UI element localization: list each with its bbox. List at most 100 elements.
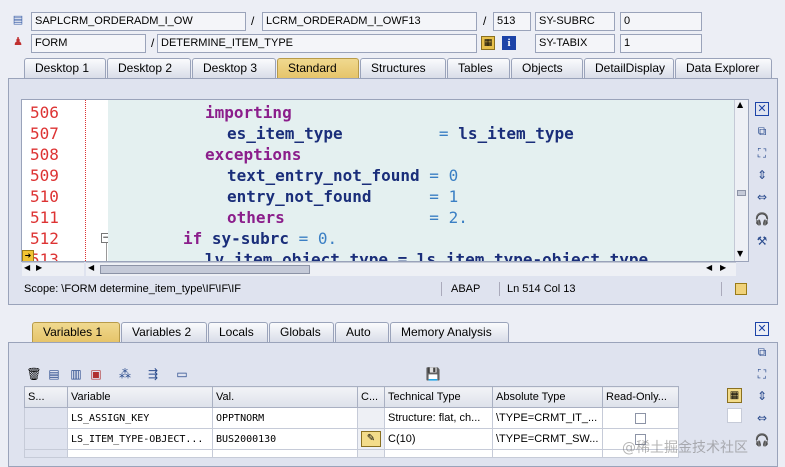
close-icon[interactable]: ✕: [755, 102, 769, 116]
include-field[interactable]: LCRM_ORDERADM_I_OWF13: [262, 12, 477, 31]
save-icon[interactable]: 💾: [425, 366, 441, 382]
column-settings-icon[interactable]: ▦: [727, 388, 742, 403]
line-number: 509: [30, 166, 59, 185]
scroll-down-icon[interactable]: ▼: [737, 249, 743, 258]
technical-type-cell: C(10): [384, 428, 493, 450]
tab-structures[interactable]: Structures: [360, 58, 446, 78]
program-field[interactable]: SAPLCRM_ORDERADM_I_OW: [31, 12, 246, 31]
code-text-area[interactable]: importing es_item_type = ls_item_type ex…: [108, 100, 736, 261]
column-header-technical-type[interactable]: Technical Type: [384, 386, 493, 408]
tab-standard[interactable]: Standard: [277, 58, 359, 78]
column-header-change[interactable]: C...: [357, 386, 385, 408]
layout-save-icon[interactable]: ▥: [68, 366, 84, 382]
column-header-value[interactable]: Val.: [212, 386, 358, 408]
tab-objects[interactable]: Objects: [511, 58, 583, 78]
code-editor[interactable]: 506 507 508 509 510 511 512 513 ➜ − impo…: [21, 99, 749, 262]
sysvar2-value-field[interactable]: 1: [620, 34, 702, 53]
column-header-variable[interactable]: Variable: [67, 386, 213, 408]
value-cell[interactable]: BUS2000130: [212, 428, 358, 450]
tab-auto[interactable]: Auto: [335, 322, 389, 342]
editor-horizontal-scrollbar[interactable]: ◀ ◀ ▶: [86, 262, 736, 276]
tab-globals[interactable]: Globals: [269, 322, 334, 342]
maximize-icon[interactable]: ⛶: [753, 366, 771, 382]
row-selector[interactable]: [24, 449, 68, 458]
split-view-icon[interactable]: ⧉: [753, 123, 771, 139]
variable-cell[interactable]: [67, 449, 213, 458]
current-line-arrow-icon: ➜: [22, 250, 34, 261]
expand-icon[interactable]: ⇶: [145, 366, 161, 382]
line-number-gutter: 506 507 508 509 510 511 512 513: [22, 100, 86, 261]
change-cell[interactable]: [357, 407, 385, 429]
cursor-position-text: Ln 514 Col 13: [507, 283, 576, 295]
scroll-thumb[interactable]: [100, 265, 310, 274]
scroll-thumb[interactable]: [737, 190, 746, 196]
table-row[interactable]: LS_ASSIGN_KEY OPPTNORM Structure: flat, …: [24, 407, 679, 429]
info-icon[interactable]: i: [502, 36, 516, 50]
notes-icon[interactable]: [735, 283, 747, 295]
value-cell[interactable]: [212, 449, 358, 458]
editor-vertical-scrollbar[interactable]: ▲ ▼: [734, 100, 748, 261]
sysvar-name-field[interactable]: SY-SUBRC: [535, 12, 615, 31]
value-cell[interactable]: OPPTNORM: [212, 407, 358, 429]
hierarchy-icon[interactable]: ⁂: [117, 366, 133, 382]
language-text: ABAP: [451, 283, 481, 295]
read-only-cell: [602, 407, 679, 429]
gutter-horizontal-scrollbar[interactable]: ◀ ▶: [22, 262, 84, 276]
column-header-read-only[interactable]: Read-Only...: [602, 386, 679, 408]
scroll-left-icon[interactable]: ◀: [88, 263, 94, 272]
scroll-left-icon[interactable]: ◀: [706, 263, 712, 272]
maximize-icon[interactable]: ⛶: [753, 145, 771, 161]
headset-icon[interactable]: 🎧: [753, 211, 771, 227]
fold-line: [106, 243, 107, 261]
tab-tables[interactable]: Tables: [447, 58, 510, 78]
status-divider: [721, 282, 722, 296]
tab-desktop-2[interactable]: Desktop 2: [107, 58, 191, 78]
scroll-right-icon[interactable]: ▶: [720, 263, 726, 272]
folder-icon[interactable]: ▭: [174, 366, 190, 382]
tab-desktop-1[interactable]: Desktop 1: [24, 58, 106, 78]
scroll-right-icon[interactable]: ▶: [36, 263, 42, 272]
layout-delete-icon[interactable]: ▣: [88, 366, 104, 382]
column-header-status[interactable]: S...: [24, 386, 68, 408]
tab-memory-analysis[interactable]: Memory Analysis: [390, 322, 509, 342]
event-name-field[interactable]: DETERMINE_ITEM_TYPE: [157, 34, 477, 53]
sysvar2-name-field[interactable]: SY-TABIX: [535, 34, 615, 53]
status-divider: [441, 282, 442, 296]
row-selector[interactable]: [24, 428, 68, 450]
separator-slash: /: [151, 36, 155, 50]
tab-locals[interactable]: Locals: [208, 322, 268, 342]
delete-icon[interactable]: 🗑: [26, 366, 42, 382]
technical-type-cell: [384, 449, 493, 458]
horizontal-resize-icon[interactable]: ⇔: [753, 410, 771, 426]
split-view-icon[interactable]: ⧉: [753, 344, 771, 360]
bottom-tab-strip: Variables 1 Variables 2 Locals Globals A…: [32, 322, 510, 342]
sysvar-value-field[interactable]: 0: [620, 12, 702, 31]
layout-icon[interactable]: ▤: [46, 366, 62, 382]
line-field[interactable]: 513: [493, 12, 531, 31]
tool-icon[interactable]: ⚒: [753, 233, 771, 249]
column-header-absolute-type[interactable]: Absolute Type: [492, 386, 603, 408]
table-row[interactable]: LS_ITEM_TYPE-OBJECT... BUS2000130 ✎ C(10…: [24, 428, 679, 450]
row-selector[interactable]: [24, 407, 68, 429]
scroll-up-icon[interactable]: ▲: [737, 100, 743, 109]
change-cell[interactable]: ✎: [357, 428, 385, 450]
navigate-icon[interactable]: ▦: [481, 36, 495, 50]
tab-detaildisplay[interactable]: DetailDisplay: [584, 58, 674, 78]
horizontal-resize-icon[interactable]: ⇔: [753, 189, 771, 205]
tab-desktop-3[interactable]: Desktop 3: [192, 58, 276, 78]
scroll-left-icon[interactable]: ◀: [24, 263, 30, 272]
headset-icon[interactable]: 🎧: [753, 432, 771, 448]
event-type-field[interactable]: FORM: [31, 34, 146, 53]
code-line-511: others = 2.: [227, 208, 468, 227]
variable-cell[interactable]: LS_ITEM_TYPE-OBJECT...: [67, 428, 213, 450]
table-row[interactable]: [24, 449, 679, 458]
tab-variables-2[interactable]: Variables 2: [121, 322, 207, 342]
tab-data-explorer[interactable]: Data Explorer: [675, 58, 772, 78]
vertical-resize-icon[interactable]: ⇕: [753, 167, 771, 183]
vertical-resize-icon[interactable]: ⇕: [753, 388, 771, 404]
change-cell[interactable]: [357, 449, 385, 458]
pencil-icon[interactable]: ✎: [361, 431, 381, 447]
tab-variables-1[interactable]: Variables 1: [32, 322, 120, 342]
variable-cell[interactable]: LS_ASSIGN_KEY: [67, 407, 213, 429]
close-icon[interactable]: ✕: [755, 322, 769, 336]
